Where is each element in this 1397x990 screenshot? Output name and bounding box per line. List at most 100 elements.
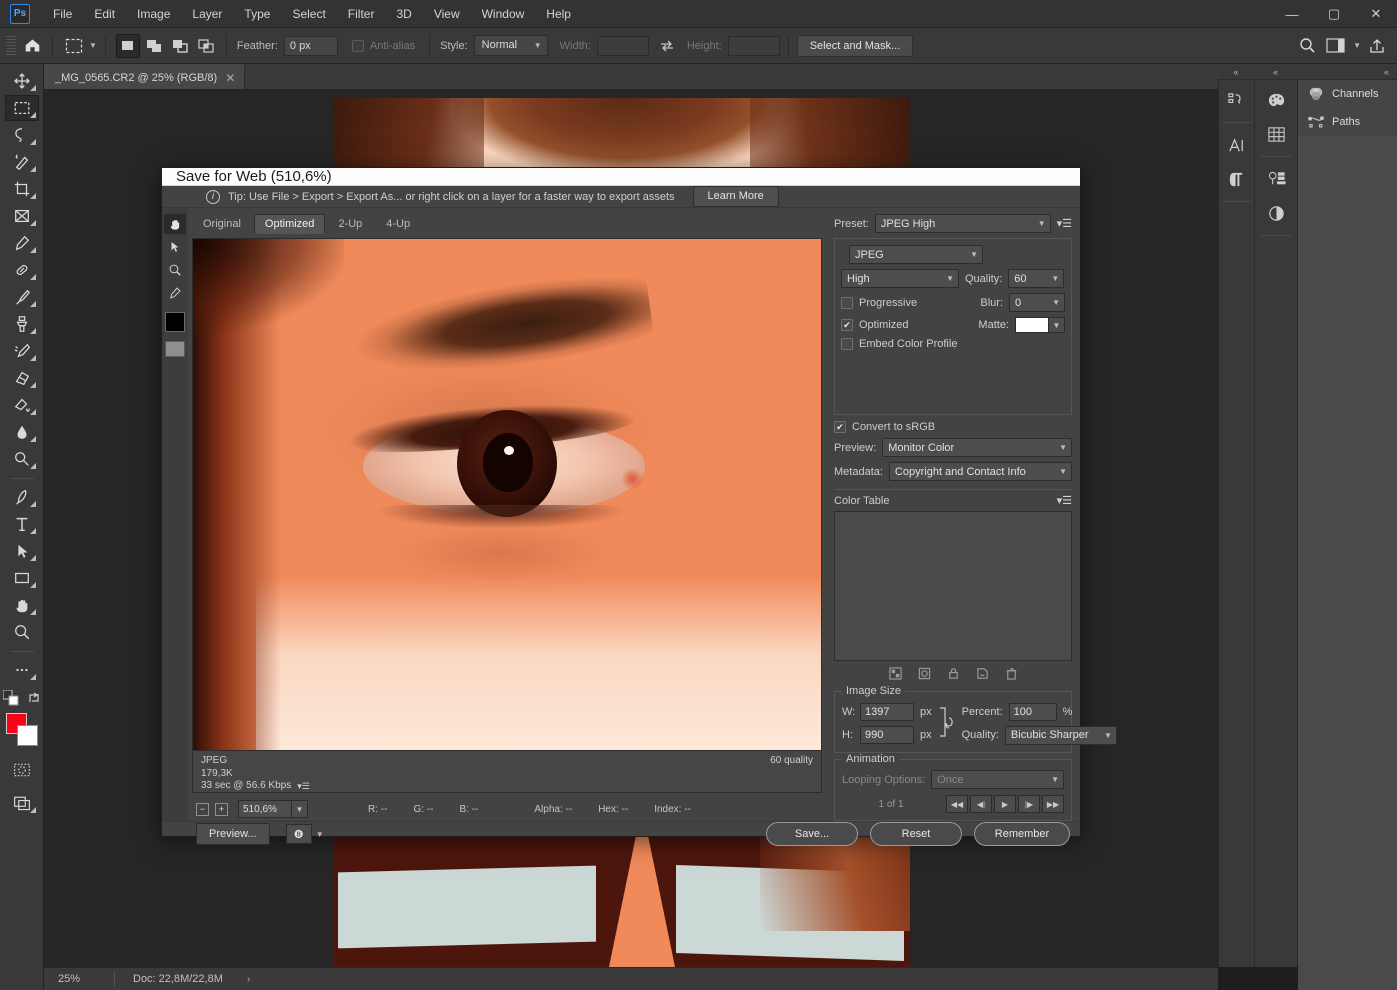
preset-select[interactable]: JPEG High ▼ bbox=[875, 214, 1051, 233]
menu-file[interactable]: File bbox=[42, 0, 83, 28]
chevron-down-icon[interactable]: ▼ bbox=[316, 830, 324, 839]
first-frame-button[interactable]: ◀◀ bbox=[946, 795, 968, 813]
chevron-down-icon[interactable]: ▼ bbox=[1353, 41, 1361, 50]
tab-4-up[interactable]: 4-Up bbox=[375, 214, 421, 234]
blur-tool[interactable] bbox=[5, 419, 39, 445]
width-input[interactable]: 1397 bbox=[860, 703, 914, 721]
device-central-icon[interactable]: ❽ bbox=[286, 824, 312, 844]
swap-arrows-icon[interactable] bbox=[655, 34, 679, 58]
panel-tab-channels[interactable]: Channels bbox=[1298, 80, 1397, 108]
maximize-button[interactable]: ▢ bbox=[1313, 0, 1355, 28]
menu-layer[interactable]: Layer bbox=[181, 0, 233, 28]
last-frame-button[interactable]: ▶▶ bbox=[1042, 795, 1064, 813]
chevron-down-icon[interactable]: ▼ bbox=[292, 800, 308, 818]
learn-more-button[interactable]: Learn More bbox=[693, 186, 779, 207]
menu-view[interactable]: View bbox=[423, 0, 471, 28]
menu-edit[interactable]: Edit bbox=[83, 0, 126, 28]
reset-button[interactable]: Reset bbox=[870, 822, 962, 846]
slice-select-tool[interactable] bbox=[164, 237, 186, 257]
brush-tool[interactable] bbox=[5, 284, 39, 310]
menu-select[interactable]: Select bbox=[281, 0, 336, 28]
height-input[interactable]: 990 bbox=[860, 726, 914, 744]
compression-quality-select[interactable]: High ▼ bbox=[841, 269, 959, 288]
progressive-checkbox[interactable] bbox=[841, 297, 853, 309]
frame-tool[interactable] bbox=[5, 203, 39, 229]
paragraph-icon[interactable] bbox=[1223, 165, 1251, 193]
eyedropper-tool[interactable] bbox=[164, 283, 186, 303]
percent-input[interactable]: 100 bbox=[1009, 703, 1057, 721]
device-central-control[interactable]: ❽ ▼ bbox=[286, 824, 324, 844]
edit-toolbar-tool[interactable] bbox=[5, 657, 39, 683]
menu-type[interactable]: Type bbox=[233, 0, 281, 28]
chevron-down-icon[interactable]: ▼ bbox=[1049, 317, 1065, 333]
move-tool[interactable] bbox=[5, 68, 39, 94]
color-icon[interactable] bbox=[1262, 86, 1290, 114]
add-to-selection-button[interactable] bbox=[142, 34, 166, 58]
preview-select[interactable]: Monitor Color ▼ bbox=[882, 438, 1072, 457]
embed-color-profile-checkbox[interactable] bbox=[841, 338, 853, 350]
rectangular-marquee-tool[interactable] bbox=[5, 95, 39, 121]
intersect-selection-button[interactable] bbox=[194, 34, 218, 58]
delete-color-icon[interactable] bbox=[1005, 667, 1018, 683]
home-icon[interactable] bbox=[20, 34, 44, 58]
dock-collapse-rail-2[interactable]: « bbox=[1254, 64, 1297, 80]
document-tab[interactable]: _MG_0565.CR2 @ 25% (RGB/8) ✕ bbox=[44, 64, 245, 89]
color-table-menu-icon[interactable]: ▾☰ bbox=[1057, 494, 1072, 507]
matte-control[interactable]: ▼ bbox=[1015, 317, 1065, 333]
dodge-tool[interactable] bbox=[5, 446, 39, 472]
menu-filter[interactable]: Filter bbox=[337, 0, 386, 28]
subtract-from-selection-button[interactable] bbox=[168, 34, 192, 58]
spot-healing-brush-tool[interactable] bbox=[5, 257, 39, 283]
lasso-tool[interactable] bbox=[5, 122, 39, 148]
feather-input[interactable]: 0 px bbox=[284, 36, 338, 56]
optimize-menu-icon[interactable]: ▾☰ bbox=[1057, 217, 1072, 230]
new-selection-button[interactable] bbox=[116, 34, 140, 58]
type-tool[interactable] bbox=[5, 511, 39, 537]
convert-to-srgb-checkbox[interactable] bbox=[834, 421, 846, 433]
status-expand-icon[interactable]: › bbox=[233, 974, 250, 985]
background-color-swatch[interactable] bbox=[17, 725, 38, 746]
next-frame-button[interactable]: |▶ bbox=[1018, 795, 1040, 813]
file-format-select[interactable]: JPEG ▼ bbox=[849, 245, 983, 264]
toggle-slices-visibility-icon[interactable] bbox=[165, 341, 185, 357]
preview-button[interactable]: Preview... bbox=[196, 823, 270, 845]
resample-quality-select[interactable]: Bicubic Sharper ▼ bbox=[1005, 726, 1117, 745]
tab-optimized[interactable]: Optimized bbox=[254, 214, 326, 234]
pen-tool[interactable] bbox=[5, 484, 39, 510]
quick-selection-tool[interactable] bbox=[5, 149, 39, 175]
tool-preset-picker[interactable]: ▼ bbox=[61, 34, 97, 58]
lock-color-icon[interactable] bbox=[918, 667, 931, 683]
play-button[interactable]: ▶ bbox=[994, 795, 1016, 813]
swap-colors-icon[interactable] bbox=[27, 691, 41, 705]
options-bar-grip[interactable] bbox=[6, 36, 16, 56]
link-chain-icon[interactable] bbox=[937, 702, 955, 745]
snap-to-web-icon[interactable] bbox=[889, 667, 902, 683]
select-and-mask-button[interactable]: Select and Mask... bbox=[797, 35, 914, 57]
matte-color-swatch[interactable] bbox=[1015, 317, 1049, 333]
zoom-tool[interactable] bbox=[164, 260, 186, 280]
status-zoom-level[interactable]: 25% bbox=[44, 973, 114, 985]
quality-input[interactable]: 60 ▼ bbox=[1008, 269, 1064, 288]
screen-mode-icon[interactable] bbox=[5, 790, 39, 816]
quick-mask-icon[interactable] bbox=[5, 757, 39, 783]
tab-original[interactable]: Original bbox=[192, 214, 252, 234]
save-button[interactable]: Save... bbox=[766, 822, 858, 846]
eyedropper-color-swatch[interactable] bbox=[165, 312, 185, 332]
blur-input[interactable]: 0 ▼ bbox=[1009, 293, 1065, 312]
eraser-tool[interactable] bbox=[5, 365, 39, 391]
close-button[interactable]: ✕ bbox=[1355, 0, 1397, 28]
adjustments-icon[interactable] bbox=[1262, 199, 1290, 227]
zoom-level-select[interactable]: 510,6% bbox=[238, 800, 292, 818]
dock-collapse-panels[interactable]: « bbox=[1297, 64, 1397, 80]
menu-image[interactable]: Image bbox=[126, 0, 181, 28]
clone-stamp-tool[interactable] bbox=[5, 311, 39, 337]
zoom-out-button[interactable]: − bbox=[196, 803, 209, 816]
height-input[interactable] bbox=[728, 36, 780, 56]
hand-tool[interactable] bbox=[164, 214, 186, 234]
default-colors-icon[interactable] bbox=[3, 690, 19, 706]
path-selection-tool[interactable] bbox=[5, 538, 39, 564]
share-icon[interactable] bbox=[1365, 34, 1389, 58]
previous-frame-button[interactable]: ◀| bbox=[970, 795, 992, 813]
minimize-button[interactable]: — bbox=[1271, 0, 1313, 28]
zoom-tool[interactable] bbox=[5, 619, 39, 645]
